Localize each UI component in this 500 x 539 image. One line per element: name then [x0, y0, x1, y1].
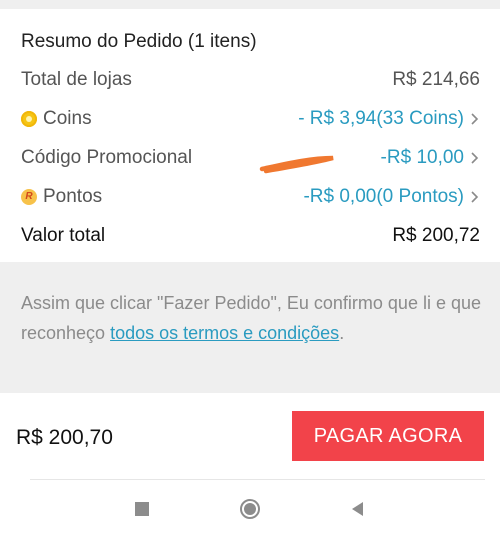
- pay-now-button[interactable]: PAGAR AGORA: [292, 411, 484, 461]
- row-store-total: Total de lojas R$ 214,66: [21, 66, 480, 96]
- row-value: -R$ 0,00(0 Pontos): [303, 186, 464, 207]
- row-label: Total de lojas: [21, 69, 132, 90]
- chevron-right-icon: [470, 189, 480, 205]
- chevron-right-icon: [470, 111, 480, 127]
- row-coins[interactable]: Coins - R$ 3,94(33 Coins): [21, 105, 480, 135]
- points-icon: R: [21, 189, 37, 205]
- terms-period: .: [339, 323, 345, 343]
- chevron-right-icon: [470, 150, 480, 166]
- terms-notice: Assim que clicar "Fazer Pedido", Eu conf…: [0, 262, 500, 393]
- row-value: R$ 214,66: [392, 69, 480, 90]
- total-label: Valor total: [21, 225, 106, 246]
- checkout-footer: R$ 200,70 PAGAR AGORA: [0, 393, 500, 479]
- summary-title: Resumo do Pedido (1 itens): [21, 31, 257, 52]
- row-grand-total: Valor total R$ 200,72: [21, 222, 480, 252]
- row-value: -R$ 10,00: [380, 147, 464, 168]
- square-recent-icon[interactable]: [131, 498, 153, 520]
- row-label: Pontos: [43, 186, 103, 207]
- row-value: - R$ 3,94(33 Coins): [298, 108, 464, 129]
- row-points[interactable]: R Pontos -R$ 0,00(0 Pontos): [21, 183, 480, 213]
- terms-text: Assim que clicar "Fazer Pedido", Eu conf…: [21, 288, 486, 348]
- footer-price: R$ 200,70: [16, 426, 113, 449]
- order-summary: Resumo do Pedido (1 itens) Total de loja…: [0, 9, 500, 262]
- row-label: Coins: [43, 108, 92, 129]
- terms-link[interactable]: todos os termos e condições: [110, 323, 339, 343]
- row-label: Código Promocional: [21, 147, 193, 168]
- row-promo-code[interactable]: Código Promocional -R$ 10,00: [21, 144, 480, 174]
- system-navbar: [0, 480, 500, 539]
- top-strip: [0, 0, 500, 9]
- coin-icon: [21, 111, 37, 127]
- triangle-back-icon[interactable]: [347, 498, 369, 520]
- total-value: R$ 200,72: [392, 225, 480, 246]
- circle-home-icon[interactable]: [239, 498, 261, 520]
